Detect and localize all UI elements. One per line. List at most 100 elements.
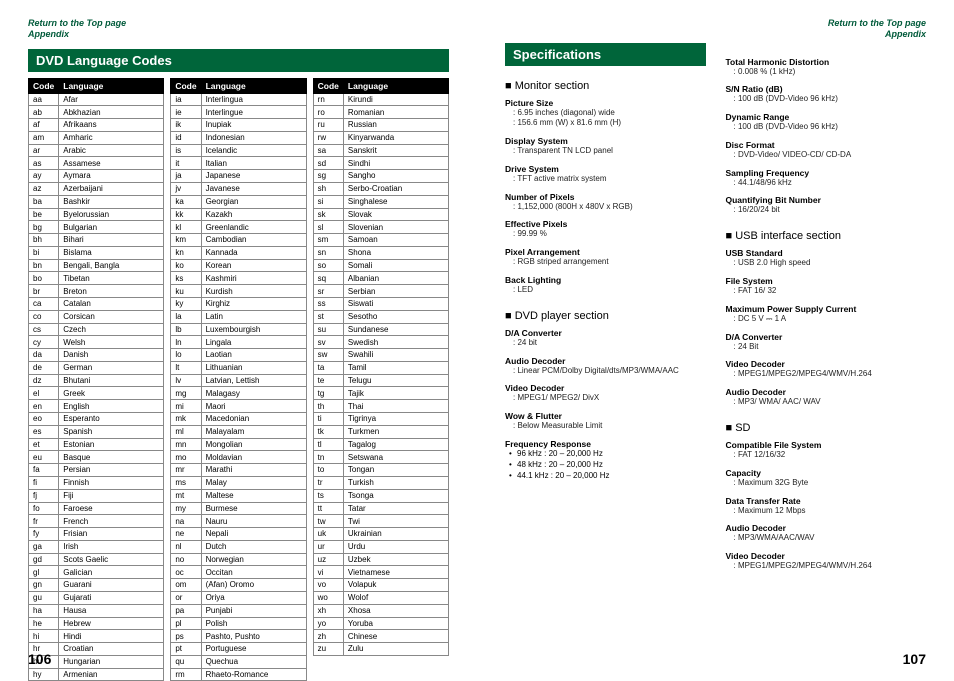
table-row: swSwahili bbox=[313, 349, 448, 362]
lang-code: tt bbox=[313, 502, 343, 515]
table-row: noNorwegian bbox=[171, 553, 306, 566]
lang-code: gu bbox=[29, 591, 59, 604]
lang-name: Nepali bbox=[201, 528, 306, 541]
lang-name: Spanish bbox=[59, 425, 164, 438]
lang-name: Arabic bbox=[59, 144, 164, 157]
spec-value: USB 2.0 High speed bbox=[726, 258, 927, 269]
spec-item: Data Transfer RateMaximum 12 Mbps bbox=[726, 496, 927, 517]
col-header-code: Code bbox=[313, 78, 343, 93]
table-row: mtMaltese bbox=[171, 489, 306, 502]
spec-value: FAT 16/ 32 bbox=[726, 286, 927, 297]
lang-name: Polish bbox=[201, 617, 306, 630]
lang-name: Yoruba bbox=[343, 617, 448, 630]
lang-name: Tagalog bbox=[343, 438, 448, 451]
lang-name: Galician bbox=[59, 566, 164, 579]
table-row: gnGuarani bbox=[29, 579, 164, 592]
lang-code: bo bbox=[29, 272, 59, 285]
lang-name: Tsonga bbox=[343, 489, 448, 502]
spec-item: Dynamic Range100 dB (DVD-Video 96 kHz) bbox=[726, 112, 927, 133]
table-row: etEstonian bbox=[29, 438, 164, 451]
table-row: toTongan bbox=[313, 464, 448, 477]
lang-name: Uzbek bbox=[343, 553, 448, 566]
lang-code: da bbox=[29, 349, 59, 362]
table-row: klGreenlandic bbox=[171, 221, 306, 234]
lang-code: sl bbox=[313, 221, 343, 234]
lang-name: Romanian bbox=[343, 106, 448, 119]
table-row: skSlovak bbox=[313, 208, 448, 221]
spec-value: RGB striped arrangement bbox=[505, 257, 706, 268]
spec-item: D/A Converter24 Bit bbox=[726, 332, 927, 353]
table-row: heHebrew bbox=[29, 617, 164, 630]
table-row: shSerbo-Croatian bbox=[313, 182, 448, 195]
spec-item: D/A Converter24 bit bbox=[505, 328, 706, 349]
table-row: iaInterlingua bbox=[171, 93, 306, 106]
lang-name: Kazakh bbox=[201, 208, 306, 221]
lang-code: en bbox=[29, 400, 59, 413]
table-row: azAzerbaijani bbox=[29, 182, 164, 195]
lang-code: sa bbox=[313, 144, 343, 157]
lang-name: Pashto, Pushto bbox=[201, 630, 306, 643]
lang-code: hi bbox=[29, 630, 59, 643]
lang-code: ku bbox=[171, 285, 201, 298]
lang-code: lo bbox=[171, 349, 201, 362]
lang-name: Occitan bbox=[201, 566, 306, 579]
lang-code: vo bbox=[313, 579, 343, 592]
table-row: fjFiji bbox=[29, 489, 164, 502]
lang-code: be bbox=[29, 208, 59, 221]
lang-name: Esperanto bbox=[59, 413, 164, 426]
lang-name: Wolof bbox=[343, 591, 448, 604]
spec-label: File System bbox=[726, 276, 927, 286]
table-row: voVolapuk bbox=[313, 579, 448, 592]
table-row: woWolof bbox=[313, 591, 448, 604]
table-row: mgMalagasy bbox=[171, 387, 306, 400]
page-left: Return to the Top page Appendix DVD Lang… bbox=[0, 0, 477, 677]
spec-item: Quantifying Bit Number16/20/24 bit bbox=[726, 195, 927, 216]
lang-code: sg bbox=[313, 170, 343, 183]
return-top-link[interactable]: Return to the Top page bbox=[505, 18, 926, 29]
lang-code: fa bbox=[29, 464, 59, 477]
lang-code: cy bbox=[29, 336, 59, 349]
table-row: moMoldavian bbox=[171, 451, 306, 464]
lang-name: Mongolian bbox=[201, 438, 306, 451]
table-row: isIcelandic bbox=[171, 144, 306, 157]
lang-name: Estonian bbox=[59, 438, 164, 451]
lang-name: Tamil bbox=[343, 361, 448, 374]
table-row: svSwedish bbox=[313, 336, 448, 349]
lang-code: id bbox=[171, 131, 201, 144]
lang-name: Serbo-Croatian bbox=[343, 182, 448, 195]
spec-value: 1,152,000 (800H x 480V x RGB) bbox=[505, 202, 706, 213]
lang-code: sv bbox=[313, 336, 343, 349]
table-row: fiFinnish bbox=[29, 476, 164, 489]
lang-code: it bbox=[171, 157, 201, 170]
lang-name: Twi bbox=[343, 515, 448, 528]
spec-label: USB Standard bbox=[726, 248, 927, 258]
lang-name: Greek bbox=[59, 387, 164, 400]
lang-name: Punjabi bbox=[201, 604, 306, 617]
appendix-link[interactable]: Appendix bbox=[28, 29, 449, 40]
table-row: gdScots Gaelic bbox=[29, 553, 164, 566]
spec-item: Total Harmonic Distortion0.008 % (1 kHz) bbox=[726, 57, 927, 78]
lang-code: sq bbox=[313, 272, 343, 285]
lang-name: Singhalese bbox=[343, 195, 448, 208]
table-row: ayAymara bbox=[29, 170, 164, 183]
spec-item: Drive SystemTFT active matrix system bbox=[505, 164, 706, 185]
table-row: kaGeorgian bbox=[171, 195, 306, 208]
table-row: frFrench bbox=[29, 515, 164, 528]
table-row: lvLatvian, Lettish bbox=[171, 374, 306, 387]
table-row: teTelugu bbox=[313, 374, 448, 387]
table-row: kuKurdish bbox=[171, 285, 306, 298]
table-row: haHausa bbox=[29, 604, 164, 617]
table-row: miMaori bbox=[171, 400, 306, 413]
language-column: CodeLanguageaaAfarabAbkhazianafAfrikaans… bbox=[28, 78, 164, 681]
lang-name: Afar bbox=[59, 93, 164, 106]
table-row: mrMarathi bbox=[171, 464, 306, 477]
spec-item: Number of Pixels1,152,000 (800H x 480V x… bbox=[505, 192, 706, 213]
spec-bullet: 48 kHz : 20 – 20,000 Hz bbox=[505, 460, 706, 471]
lang-code: az bbox=[29, 182, 59, 195]
return-top-link[interactable]: Return to the Top page bbox=[28, 18, 449, 29]
lang-code: ha bbox=[29, 604, 59, 617]
spec-label: D/A Converter bbox=[726, 332, 927, 342]
spec-value: 100 dB (DVD-Video 96 kHz) bbox=[726, 122, 927, 133]
lang-name: Russian bbox=[343, 119, 448, 132]
lang-code: yo bbox=[313, 617, 343, 630]
